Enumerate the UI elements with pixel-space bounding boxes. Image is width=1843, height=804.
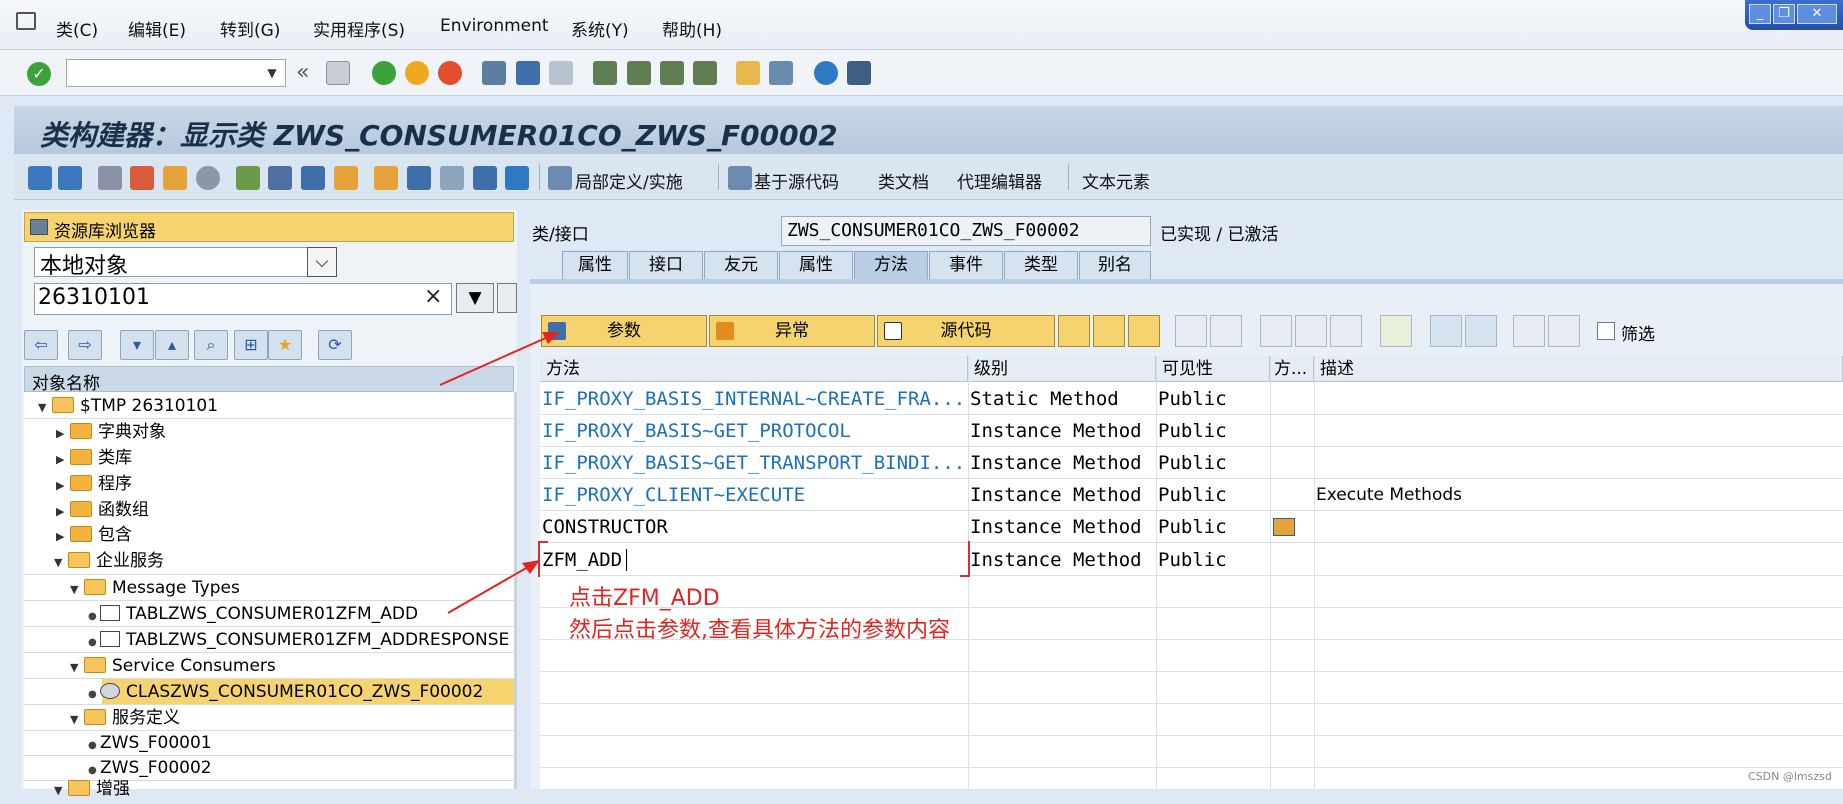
annotation-line-2: 然后点击参数,查看具体方法的参数内容 (569, 618, 950, 643)
annotation-arrows (439, 332, 560, 614)
arrow-to-zfm-add (447, 566, 529, 614)
annotation-line-1: 点击ZFM_ADD (569, 586, 720, 611)
arrow-to-parameters (439, 336, 549, 386)
watermark: CSDN @lmszsd (1748, 770, 1832, 783)
arrow-head (522, 560, 540, 574)
